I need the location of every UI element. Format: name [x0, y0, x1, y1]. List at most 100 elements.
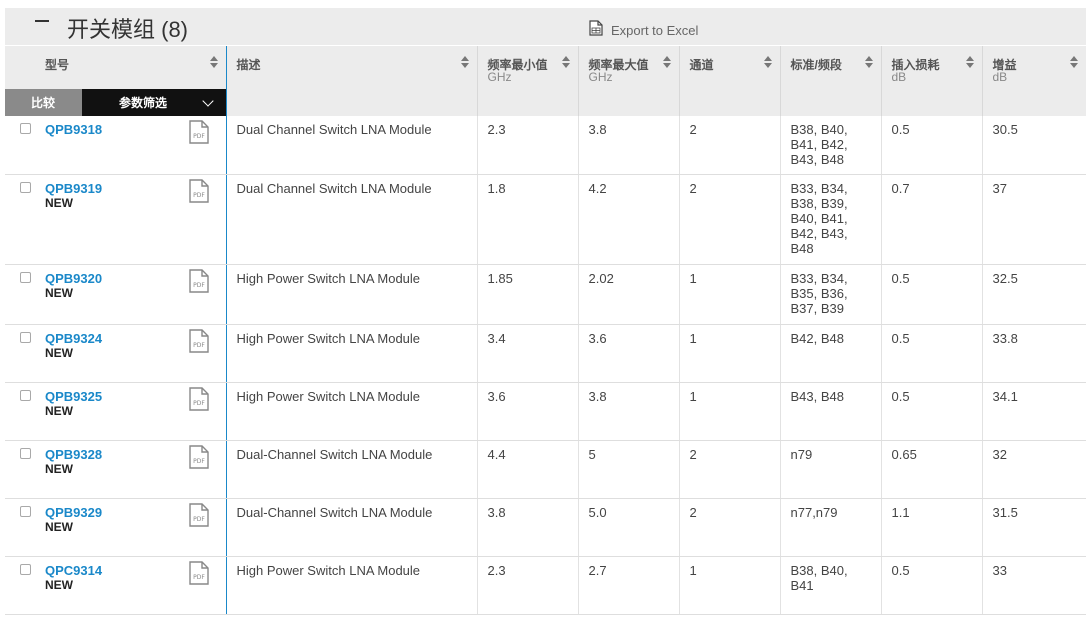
- part-cell: QPB9325 NEW PDF: [5, 382, 227, 441]
- column-header-insertion-loss[interactable]: 插入损耗 dB: [881, 46, 983, 116]
- filter-label: 参数筛选: [119, 96, 168, 110]
- band-line: B43, B48: [790, 388, 845, 404]
- pdf-icon[interactable]: PDF: [189, 560, 209, 585]
- pdf-icon[interactable]: PDF: [189, 328, 209, 353]
- gain-cell: 34.1: [982, 382, 1086, 441]
- band-line: B35, B36,: [790, 285, 848, 301]
- part-number-link[interactable]: QPB9329: [45, 505, 102, 520]
- table-row: QPB9329 NEW PDF Dual-Channel Switch LNA …: [5, 498, 1086, 557]
- export-to-excel-button[interactable]: Export to Excel: [589, 18, 698, 38]
- new-badge: NEW: [45, 345, 73, 360]
- column-header-gain[interactable]: 增益 dB: [982, 46, 1086, 116]
- compare-button[interactable]: 比较: [5, 89, 82, 116]
- column-header-channels[interactable]: 通道: [679, 46, 781, 116]
- table-row: QPB9325 NEW PDF High Power Switch LNA Mo…: [5, 382, 1086, 441]
- pdf-icon[interactable]: PDF: [189, 502, 209, 527]
- part-number-link[interactable]: QPB9325: [45, 389, 102, 404]
- sort-icon[interactable]: [561, 56, 570, 68]
- channels-cell: 1: [679, 382, 781, 441]
- sort-icon[interactable]: [763, 56, 772, 68]
- part-number-link[interactable]: QPC9314: [45, 563, 102, 578]
- new-badge: NEW: [45, 461, 73, 476]
- band-line: B38, B40,: [790, 122, 848, 137]
- band-line: n77,n79: [790, 504, 838, 520]
- part-cell: QPC9314 NEW PDF: [5, 556, 227, 615]
- band-line: B41: [790, 577, 814, 593]
- table-header-row: 型号 比较 参数筛选 描述 频率最小值 GHz 频率最大值 GHz 通道 标准/…: [5, 46, 1086, 116]
- pdf-icon[interactable]: PDF: [189, 178, 209, 203]
- svg-text:PDF: PDF: [193, 574, 205, 581]
- bands-cell: B38, B40, B41: [780, 556, 882, 615]
- part-number-link[interactable]: QPB9318: [45, 122, 102, 137]
- compare-checkbox[interactable]: [20, 331, 31, 343]
- compare-checkbox[interactable]: [20, 181, 31, 193]
- band-line: B40, B41,: [790, 210, 848, 226]
- compare-checkbox[interactable]: [20, 447, 31, 459]
- new-badge: NEW: [45, 519, 73, 534]
- part-number-link[interactable]: QPB9320: [45, 271, 102, 286]
- part-number-link[interactable]: QPB9324: [45, 331, 102, 346]
- band-line: n79: [790, 446, 813, 462]
- sort-icon[interactable]: [209, 56, 218, 68]
- sort-icon[interactable]: [965, 56, 974, 68]
- table-row: QPB9318 PDF Dual Channel Switch LNA Modu…: [5, 116, 1086, 175]
- freq-min-cell: 3.4: [477, 324, 579, 383]
- parameter-filter-dropdown[interactable]: 参数筛选: [82, 89, 226, 116]
- pdf-icon[interactable]: PDF: [189, 386, 209, 411]
- gain-cell: 33: [982, 556, 1086, 615]
- band-line: B33, B34,: [790, 270, 848, 286]
- freq-max-cell: 3.8: [578, 116, 680, 175]
- svg-text:PDF: PDF: [193, 516, 205, 523]
- svg-text:PDF: PDF: [193, 342, 205, 349]
- compare-checkbox[interactable]: [20, 123, 31, 134]
- freq-min-cell: 1.8: [477, 174, 579, 265]
- sort-icon[interactable]: [460, 56, 469, 68]
- band-line: B33, B34,: [790, 180, 848, 196]
- sort-icon[interactable]: [864, 56, 873, 68]
- part-cell: QPB9329 NEW PDF: [5, 498, 227, 557]
- channels-cell: 2: [679, 116, 781, 175]
- channels-cell: 2: [679, 498, 781, 557]
- channels-cell: 1: [679, 324, 781, 383]
- sort-icon[interactable]: [1069, 56, 1078, 68]
- gain-cell: 32: [982, 440, 1086, 499]
- minus-icon[interactable]: [35, 20, 49, 22]
- bands-cell: B33, B34, B38, B39, B40, B41, B42, B43, B48: [780, 174, 882, 265]
- part-cell: QPB9328 NEW PDF: [5, 440, 227, 499]
- product-table-container[interactable]: 型号 比较 参数筛选 描述 频率最小值 GHz 频率最大值 GHz 通道 标准/…: [5, 46, 1086, 616]
- table-row: QPB9324 NEW PDF High Power Switch LNA Mo…: [5, 324, 1086, 383]
- part-number-link[interactable]: QPB9328: [45, 447, 102, 462]
- svg-text:PDF: PDF: [193, 192, 205, 199]
- column-header-bands[interactable]: 标准/频段: [780, 46, 882, 116]
- description-cell: High Power Switch LNA Module: [226, 382, 478, 441]
- column-header-freq-max[interactable]: 频率最大值 GHz: [578, 46, 680, 116]
- table-row: QPB9319 NEW PDF Dual Channel Switch LNA …: [5, 174, 1086, 265]
- freq-max-cell: 2.7: [578, 556, 680, 615]
- compare-checkbox[interactable]: [20, 563, 31, 575]
- pdf-icon[interactable]: PDF: [189, 268, 209, 293]
- bands-cell: B42, B48: [780, 324, 882, 383]
- new-badge: NEW: [45, 285, 73, 300]
- freq-max-cell: 3.8: [578, 382, 680, 441]
- column-label: 通道: [689, 58, 714, 72]
- svg-text:PDF: PDF: [193, 133, 205, 140]
- pdf-icon[interactable]: PDF: [189, 120, 209, 144]
- freq-max-cell: 5: [578, 440, 680, 499]
- column-header-description[interactable]: 描述: [226, 46, 478, 116]
- description-cell: Dual Channel Switch LNA Module: [226, 174, 478, 265]
- band-line: B41, B42,: [790, 137, 848, 152]
- compare-checkbox[interactable]: [20, 389, 31, 401]
- insertion-loss-cell: 0.5: [881, 116, 983, 175]
- description-cell: Dual-Channel Switch LNA Module: [226, 498, 478, 557]
- part-number-link[interactable]: QPB9319: [45, 181, 102, 196]
- channels-cell: 1: [679, 264, 781, 325]
- freq-max-cell: 5.0: [578, 498, 680, 557]
- compare-checkbox[interactable]: [20, 505, 31, 517]
- pdf-icon[interactable]: PDF: [189, 444, 209, 469]
- part-cell: QPB9318 PDF: [5, 116, 227, 175]
- compare-checkbox[interactable]: [20, 271, 31, 283]
- sort-icon[interactable]: [662, 56, 671, 68]
- new-badge: NEW: [45, 577, 73, 592]
- column-header-freq-min[interactable]: 频率最小值 GHz: [477, 46, 579, 116]
- freq-max-cell: 2.02: [578, 264, 680, 325]
